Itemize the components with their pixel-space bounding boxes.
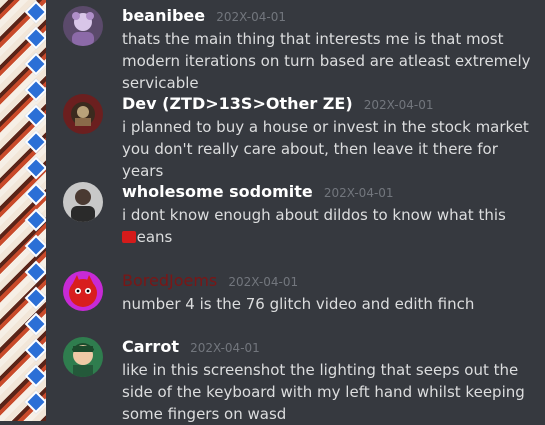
username[interactable]: beanibee — [122, 6, 205, 25]
strip-arrow-icon — [0, 338, 46, 364]
strip-arrow-icon — [0, 130, 46, 156]
username[interactable]: wholesome sodomite — [122, 182, 313, 201]
avatar[interactable] — [63, 6, 103, 46]
red-emoji-icon — [122, 231, 136, 243]
avatar[interactable] — [63, 94, 103, 134]
username[interactable]: Carrot — [122, 337, 179, 356]
timestamp: 202X-04-01 — [323, 186, 394, 200]
strip-arrow-icon — [0, 78, 46, 104]
strip-arrow-icon — [0, 234, 46, 260]
timestamp: 202X-04-01 — [228, 275, 299, 289]
strip-arrow-icon — [0, 208, 46, 234]
timestamp: 202X-04-01 — [190, 341, 260, 355]
message-text: like in this screenshot the lighting tha… — [122, 361, 525, 423]
strip-arrow-icon — [0, 52, 46, 78]
strip-arrow-icon — [0, 390, 46, 416]
username[interactable]: BoredJoems — [122, 271, 217, 290]
username[interactable]: Dev (ZTD>13S>Other ZE) — [122, 94, 353, 113]
strip-arrow-icon — [0, 0, 46, 26]
strip-arrow-icon — [0, 364, 46, 390]
strip-arrow-icon — [0, 104, 46, 130]
left-decorative-strip — [0, 0, 46, 421]
strip-arrow-icon — [0, 26, 46, 52]
strip-arrow-icon — [0, 286, 46, 312]
avatar[interactable] — [63, 182, 103, 222]
strip-arrow-icon — [0, 312, 46, 338]
message-text: number 4 is the 76 glitch video and edit… — [122, 295, 475, 313]
strip-arrow-icon — [0, 182, 46, 208]
avatar[interactable] — [63, 337, 103, 377]
strip-arrow-icon — [0, 260, 46, 286]
timestamp: 202X-04-01 — [216, 10, 286, 24]
timestamp: 202X-04-01 — [363, 98, 434, 112]
avatar[interactable] — [63, 271, 103, 311]
strip-arrow-icon — [0, 156, 46, 182]
emoji-reaction — [122, 227, 532, 249]
message-text: i planned to buy a house or invest in th… — [122, 118, 529, 180]
message-text: thats the main thing that interests me i… — [122, 30, 531, 92]
